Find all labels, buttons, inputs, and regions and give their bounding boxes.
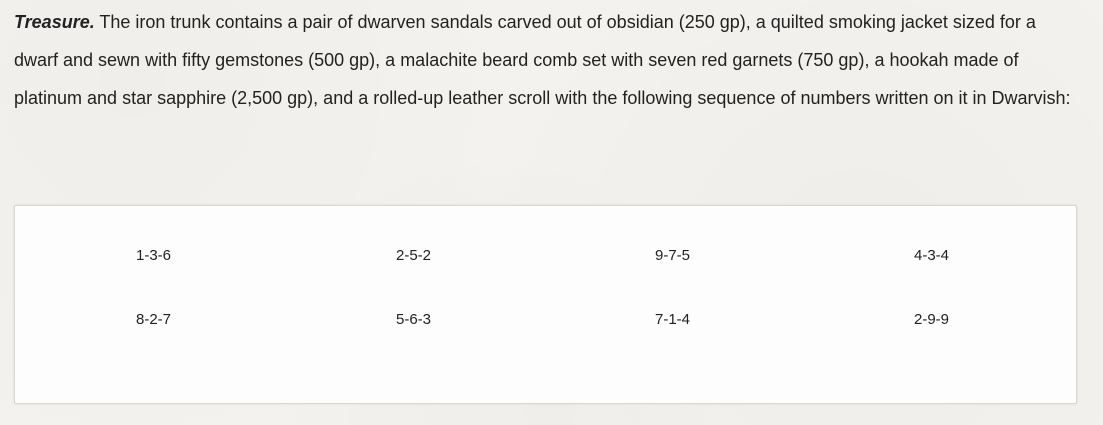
sequence-cell: 9-7-5 xyxy=(655,247,691,264)
sequence-cell: 2-5-2 xyxy=(396,247,432,264)
number-sequence-box: 1-3-6 2-5-2 9-7-5 4-3-4 8-2-7 5-6-3 7-1-… xyxy=(14,205,1077,404)
sequence-cell: 4-3-4 xyxy=(914,247,950,264)
sequence-cell: 2-9-9 xyxy=(914,311,950,328)
treasure-text: The iron trunk contains a pair of dwarve… xyxy=(14,12,1071,108)
page: { "paragraph": { "lead": "Treasure.", "t… xyxy=(0,0,1103,425)
sequence-cell: 8-2-7 xyxy=(136,311,172,328)
treasure-lead: Treasure. xyxy=(14,12,95,32)
sequence-cell: 7-1-4 xyxy=(655,311,691,328)
treasure-paragraph: Treasure. The iron trunk contains a pair… xyxy=(14,3,1084,117)
sequence-cell: 1-3-6 xyxy=(136,247,172,264)
sequence-cell: 5-6-3 xyxy=(396,311,432,328)
